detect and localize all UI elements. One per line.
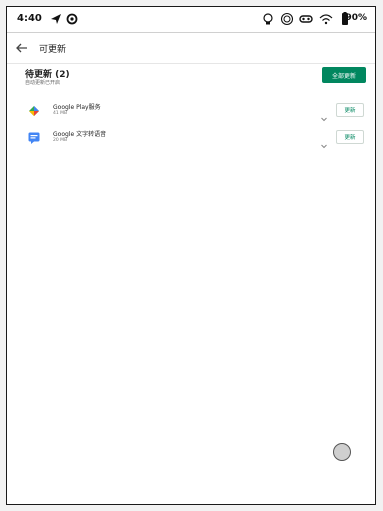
page-title: 可更新 [39,45,67,55]
floating-assistive-button[interactable] [333,443,351,461]
sync-icon [280,11,294,26]
chevron-down-icon[interactable] [320,135,328,149]
arrow-back-icon [16,43,27,53]
list-item[interactable]: Google Play服务 41 MB 更新 [7,99,375,123]
google-tts-icon [27,130,41,144]
list-item[interactable]: Google 文字转语音 20 MB 更新 [7,126,375,150]
update-button[interactable]: 更新 [336,103,364,117]
wifi-icon [319,11,333,25]
device-screen: 4:40 90% 可更新 待更新 (2) 自动更新已开启 全部更新 Google… [6,6,376,505]
app-size: 41 MB [53,111,68,116]
app-size: 20 MB [53,138,68,143]
update-all-button[interactable]: 全部更新 [322,67,366,83]
google-play-services-icon [27,103,41,117]
bulb-icon [261,11,275,25]
app-bar: 可更新 [7,33,375,63]
vpn-icon [65,11,79,25]
status-time: 4:40 [17,13,42,24]
status-bar: 4:40 90% [7,7,375,33]
auto-update-status: 自动更新已开启 [25,80,61,86]
key-icon [299,11,313,25]
header-divider [7,63,375,64]
update-button[interactable]: 更新 [336,130,364,144]
battery-percentage: 90% [345,13,367,23]
back-button[interactable] [13,39,31,57]
app-name: Google Play服务 [53,104,101,111]
chevron-down-icon[interactable] [320,108,328,122]
app-name: Google 文字转语音 [53,131,107,138]
navigation-icon [49,11,63,25]
